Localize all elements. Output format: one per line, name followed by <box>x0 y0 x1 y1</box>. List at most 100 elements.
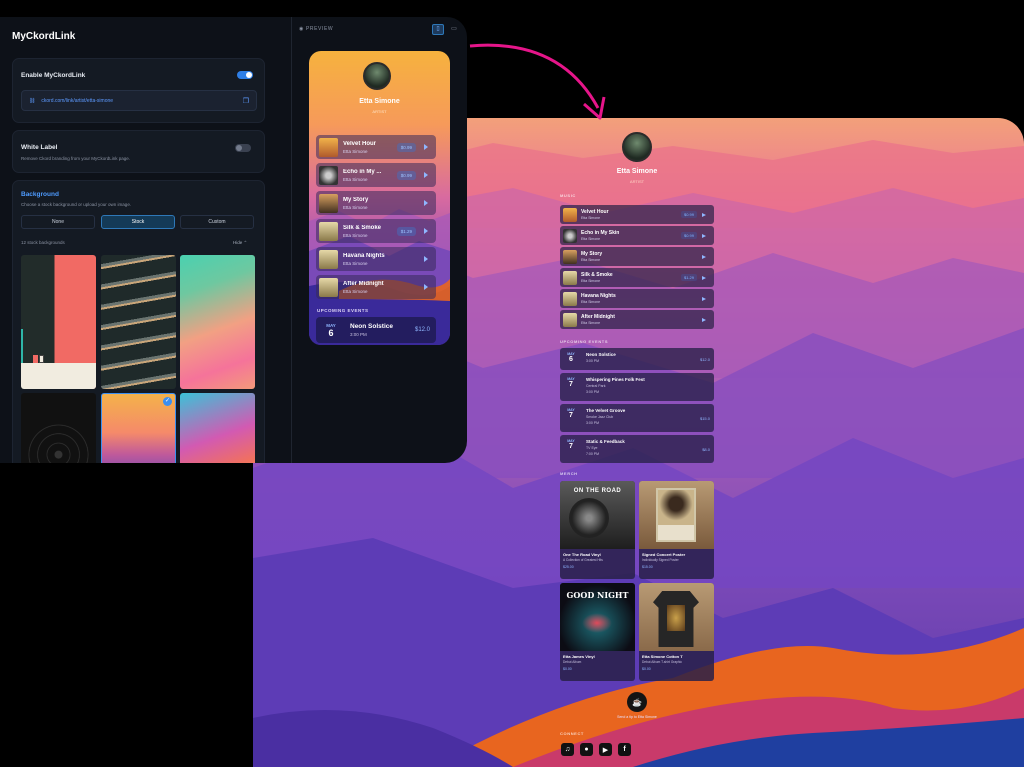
price-button[interactable]: $1.29 <box>680 274 697 281</box>
event-row[interactable]: MAY 7 Whispering Pines Folk Fest Central P… <box>560 373 714 401</box>
phone-events-label: UPCOMING EVENTS <box>317 308 369 313</box>
phone-track-row[interactable]: Havana Nights Etta Simone <box>316 247 436 271</box>
facebook-icon[interactable]: f <box>618 743 631 756</box>
price-button[interactable]: $1.29 <box>396 226 416 236</box>
bg-thumbnail-selected[interactable]: ✓ <box>101 393 176 463</box>
enable-label: Enable MyCkordLink <box>21 72 86 79</box>
music-section-label: MUSIC <box>560 193 576 198</box>
merch-card[interactable]: ON THE ROAD One The Road Vinyl A Collect… <box>560 481 635 579</box>
bg-thumbnail[interactable] <box>180 393 255 463</box>
phone-track-row[interactable]: Echo in My ... Etta Simone $0.99 <box>316 163 436 187</box>
background-card: Background Choose a stock background or … <box>12 180 265 463</box>
artist-subtitle: ARTIST <box>629 179 645 184</box>
play-icon[interactable] <box>702 254 706 259</box>
merch-image: ON THE ROAD <box>560 481 635 549</box>
white-label-title: White Label <box>21 144 58 151</box>
artist-avatar <box>622 132 652 162</box>
merch-section-label: MERCH <box>560 471 578 476</box>
spotify-icon[interactable]: ● <box>580 743 593 756</box>
track-row[interactable]: Havana Nights Etta Simone <box>560 289 714 308</box>
play-icon[interactable] <box>702 296 706 301</box>
merch-card[interactable]: Etta Simone Cotton T Debut Album T-shirt… <box>639 583 714 681</box>
play-icon[interactable] <box>424 228 428 234</box>
music-icon[interactable]: ♫ <box>561 743 574 756</box>
phone-artist-subtitle: ARTIST <box>372 109 387 114</box>
background-description: Choose a stock background or upload your… <box>21 202 132 207</box>
phone-artist-name: Etta Simone <box>359 98 400 105</box>
bg-thumbnail[interactable] <box>21 255 96 389</box>
track-row[interactable]: Velvet Hour Etta Simone $0.99 <box>560 205 714 224</box>
enable-card: Enable MyCkordLink ⛓ ckord.com/link/arti… <box>12 58 265 123</box>
track-thumbnail <box>563 249 577 264</box>
track-thumbnail <box>563 207 577 222</box>
track-row[interactable]: My Story Etta Simone <box>560 247 714 266</box>
events-section-label: UPCOMING EVENTS <box>560 339 609 344</box>
play-icon[interactable] <box>424 284 428 290</box>
price-button[interactable]: $0.99 <box>396 170 416 180</box>
tip-label: Send a tip to Etta Simone <box>617 715 657 719</box>
chevron-up-icon: ⌃ <box>243 240 248 245</box>
track-row[interactable]: Silk & Smoke Etta Simone $1.29 <box>560 268 714 287</box>
play-icon[interactable] <box>702 212 706 217</box>
phone-artist-avatar <box>363 62 391 90</box>
bg-option-none[interactable]: None <box>21 215 95 229</box>
track-row[interactable]: After Midnight Etta Simone <box>560 310 714 329</box>
merch-card[interactable]: Signed Concert Poster Individually Signe… <box>639 481 714 579</box>
bg-option-custom[interactable]: Custom <box>180 215 254 229</box>
price-button[interactable]: $0.99 <box>680 211 697 218</box>
tip-jar-icon: ☕ <box>632 697 642 707</box>
phone-event-row[interactable]: MAY 6 Neon Solstice 3:00 PM $12.0 <box>316 317 436 343</box>
bg-thumbnail[interactable] <box>101 255 176 389</box>
event-row[interactable]: MAY 7 The Velvet Groove Smoke Jazz Club 3:0… <box>560 404 714 432</box>
bg-thumbnail[interactable] <box>21 393 96 463</box>
link-url-text: ckord.com/link/artist/etta-simone <box>41 97 114 104</box>
preview-label: ◉ PREVIEW <box>299 26 334 32</box>
connect-section-label: CONNECT <box>560 731 584 736</box>
play-icon[interactable] <box>702 317 706 322</box>
track-thumbnail <box>563 312 577 327</box>
track-thumbnail <box>563 228 577 243</box>
tip-button[interactable]: ☕ <box>627 692 647 712</box>
background-title: Background <box>21 191 59 198</box>
link-url-field[interactable]: ⛓ ckord.com/link/artist/etta-simone ❐ <box>21 90 257 111</box>
play-icon[interactable] <box>424 172 428 178</box>
merch-image <box>639 583 714 651</box>
track-thumbnail <box>563 291 577 306</box>
desktop-view-icon[interactable]: ▭ <box>449 25 459 34</box>
price-button[interactable]: $0.99 <box>680 232 697 239</box>
play-icon[interactable] <box>424 256 428 262</box>
phone-preview: Etta Simone ARTIST Velvet Hour Etta Simon… <box>309 51 450 345</box>
editor-panel: MyCkordLink Enable MyCkordLink ⛓ ckord.c… <box>0 17 467 463</box>
play-icon[interactable] <box>702 275 706 280</box>
eye-icon: ◉ <box>299 26 304 32</box>
bg-option-stock[interactable]: Stock <box>101 215 175 229</box>
merch-card[interactable]: GOOD NIGHT Etta James Vinyl Debut Album … <box>560 583 635 681</box>
white-label-card: White Label Remove Ckord branding from y… <box>12 130 265 173</box>
phone-track-row[interactable]: My Story Etta Simone <box>316 191 436 215</box>
track-thumbnail <box>563 270 577 285</box>
event-row[interactable]: MAY 6 Neon Solstice 3:00 PM $12.0 <box>560 348 714 370</box>
play-icon[interactable] <box>424 200 428 206</box>
phone-track-row[interactable]: Velvet Hour Etta Simone $0.99 <box>316 135 436 159</box>
bg-thumbnail[interactable] <box>180 255 255 389</box>
mobile-view-icon[interactable]: ▯ <box>432 24 444 35</box>
arrow-annotation <box>469 43 606 120</box>
copy-icon[interactable]: ❐ <box>243 97 249 105</box>
play-icon[interactable] <box>424 144 428 150</box>
play-icon[interactable] <box>702 233 706 238</box>
app-title: MyCkordLink <box>12 31 76 42</box>
phone-track-row[interactable]: After Midnight Etta Simone <box>316 275 436 299</box>
phone-track-row[interactable]: Silk & Smoke Etta Simone $1.29 <box>316 219 436 243</box>
event-row[interactable]: MAY 7 Static & Feedback TV Eye 7:00 PM $8.0 <box>560 435 714 463</box>
check-icon: ✓ <box>163 397 172 406</box>
hide-toggle[interactable]: Hide ⌃ <box>233 240 247 246</box>
youtube-icon[interactable]: ▶ <box>599 743 612 756</box>
artist-name: Etta Simone <box>616 168 658 175</box>
enable-toggle[interactable] <box>237 71 253 79</box>
white-label-toggle[interactable] <box>235 144 251 152</box>
price-button[interactable]: $0.99 <box>396 142 416 152</box>
track-row[interactable]: Echo in My Skin Etta Simone $0.99 <box>560 226 714 245</box>
merch-image: GOOD NIGHT <box>560 583 635 651</box>
link-icon: ⛓ <box>29 97 36 104</box>
merch-image <box>639 481 714 549</box>
